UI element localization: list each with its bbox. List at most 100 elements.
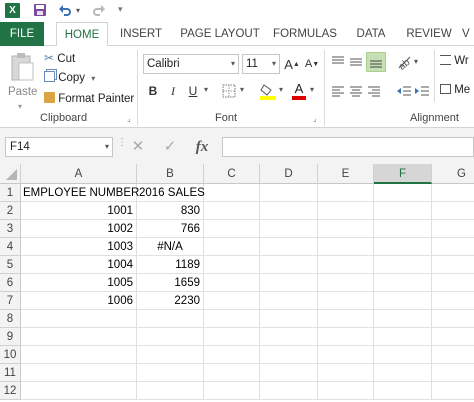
grow-font-button[interactable]: A ▲	[284, 55, 300, 73]
cancel-entry-button[interactable]: ✕	[128, 137, 148, 157]
cell-d7[interactable]	[260, 292, 318, 310]
cell-a2[interactable]: 1001	[21, 202, 137, 220]
cell-e7[interactable]	[318, 292, 374, 310]
row-header[interactable]: 10	[0, 346, 21, 364]
cell-d10[interactable]	[260, 346, 318, 364]
cell-e4[interactable]	[318, 238, 374, 256]
cell-g9[interactable]	[432, 328, 474, 346]
cell-b9[interactable]	[137, 328, 204, 346]
row-header[interactable]: 1	[0, 184, 21, 202]
tab-insert[interactable]: INSERT	[117, 22, 165, 46]
cell-g7[interactable]	[432, 292, 474, 310]
cell-e5[interactable]	[318, 256, 374, 274]
cell-b5[interactable]: 1189	[137, 256, 204, 274]
column-header-d[interactable]: D	[260, 164, 318, 184]
formula-bar-grip-icon[interactable]: ⋮	[117, 138, 127, 148]
italic-button[interactable]: I	[166, 82, 180, 100]
cell-d11[interactable]	[260, 364, 318, 382]
cell-c12[interactable]	[204, 382, 260, 400]
cell-f3[interactable]	[374, 220, 432, 238]
paste-button[interactable]: Paste	[6, 50, 38, 104]
cell-d5[interactable]	[260, 256, 318, 274]
merge-center-button[interactable]: Me	[440, 84, 470, 96]
cell-d2[interactable]	[260, 202, 318, 220]
orientation-dropdown-icon[interactable]: ▾	[414, 57, 418, 66]
cell-b8[interactable]	[137, 310, 204, 328]
cell-a5[interactable]: 1004	[21, 256, 137, 274]
format-painter-button[interactable]: Format Painter	[44, 92, 134, 105]
row-header[interactable]: 9	[0, 328, 21, 346]
wrap-text-button[interactable]: Wr	[440, 55, 469, 67]
cell-a12[interactable]	[21, 382, 137, 400]
borders-dropdown-icon[interactable]: ▾	[240, 85, 244, 94]
font-size-select[interactable]: 11 ▾	[242, 54, 280, 74]
row-header[interactable]: 12	[0, 382, 21, 400]
tab-data[interactable]: DATA	[350, 22, 392, 46]
cell-g12[interactable]	[432, 382, 474, 400]
cell-g3[interactable]	[432, 220, 474, 238]
cell-b3[interactable]: 766	[137, 220, 204, 238]
column-header-f[interactable]: F	[374, 164, 432, 184]
column-header-e[interactable]: E	[318, 164, 374, 184]
cell-c7[interactable]	[204, 292, 260, 310]
select-all-corner[interactable]	[0, 164, 21, 184]
cell-e11[interactable]	[318, 364, 374, 382]
row-header[interactable]: 6	[0, 274, 21, 292]
underline-dropdown-icon[interactable]: ▾	[204, 85, 208, 94]
tab-page-layout[interactable]: PAGE LAYOUT	[178, 22, 262, 46]
cell-a3[interactable]: 1002	[21, 220, 137, 238]
cell-b2[interactable]: 830	[137, 202, 204, 220]
cell-d6[interactable]	[260, 274, 318, 292]
tab-home[interactable]: HOME	[56, 22, 108, 47]
column-header-g[interactable]: G	[432, 164, 474, 184]
column-header-a[interactable]: A	[21, 164, 137, 184]
cell-g1[interactable]	[432, 184, 474, 202]
increase-indent-button[interactable]	[414, 83, 430, 99]
cell-c9[interactable]	[204, 328, 260, 346]
cell-c4[interactable]	[204, 238, 260, 256]
align-center-button[interactable]	[348, 83, 364, 99]
cell-a1[interactable]: EMPLOYEE NUMBER	[21, 184, 139, 202]
cell-a4[interactable]: 1003	[21, 238, 137, 256]
borders-button[interactable]	[222, 84, 236, 98]
cell-e1[interactable]	[318, 184, 374, 202]
cell-g6[interactable]	[432, 274, 474, 292]
align-right-button[interactable]	[366, 83, 382, 99]
cell-d3[interactable]	[260, 220, 318, 238]
customize-qat-icon[interactable]: ▾	[118, 4, 123, 15]
bottom-align-button[interactable]	[366, 52, 386, 72]
cell-g2[interactable]	[432, 202, 474, 220]
row-header[interactable]: 3	[0, 220, 21, 238]
cell-a8[interactable]	[21, 310, 137, 328]
cell-f10[interactable]	[374, 346, 432, 364]
cell-a11[interactable]	[21, 364, 137, 382]
fill-color-dropdown-icon[interactable]: ▾	[279, 85, 283, 94]
column-header-b[interactable]: B	[137, 164, 204, 184]
cell-f11[interactable]	[374, 364, 432, 382]
cell-b1[interactable]: 2016 SALES	[137, 184, 205, 202]
tab-view[interactable]: V	[462, 22, 474, 46]
cell-a10[interactable]	[21, 346, 137, 364]
align-left-button[interactable]	[330, 83, 346, 99]
undo-icon[interactable]	[58, 3, 72, 17]
cell-a7[interactable]: 1006	[21, 292, 137, 310]
cell-g10[interactable]	[432, 346, 474, 364]
cell-g8[interactable]	[432, 310, 474, 328]
fill-color-button[interactable]	[260, 82, 276, 100]
confirm-entry-button[interactable]: ✓	[160, 137, 180, 157]
tab-review[interactable]: REVIEW	[404, 22, 454, 46]
cell-f4[interactable]	[374, 238, 432, 256]
top-align-button[interactable]	[330, 54, 346, 70]
cell-c2[interactable]	[204, 202, 260, 220]
font-color-button[interactable]: A	[292, 82, 306, 100]
middle-align-button[interactable]	[348, 54, 364, 70]
save-icon[interactable]	[33, 3, 47, 17]
worksheet-grid[interactable]: A B C D E F G 1 EMPLOYEE NUMBER 2016 SALES 2 1001 83…	[0, 164, 474, 402]
cell-b7[interactable]: 2230	[137, 292, 204, 310]
paste-dropdown-icon[interactable]: ▾	[18, 102, 22, 111]
cell-c3[interactable]	[204, 220, 260, 238]
cell-e9[interactable]	[318, 328, 374, 346]
redo-icon[interactable]	[92, 3, 106, 17]
decrease-indent-button[interactable]	[396, 83, 412, 99]
tab-formulas[interactable]: FORMULAS	[272, 22, 338, 46]
